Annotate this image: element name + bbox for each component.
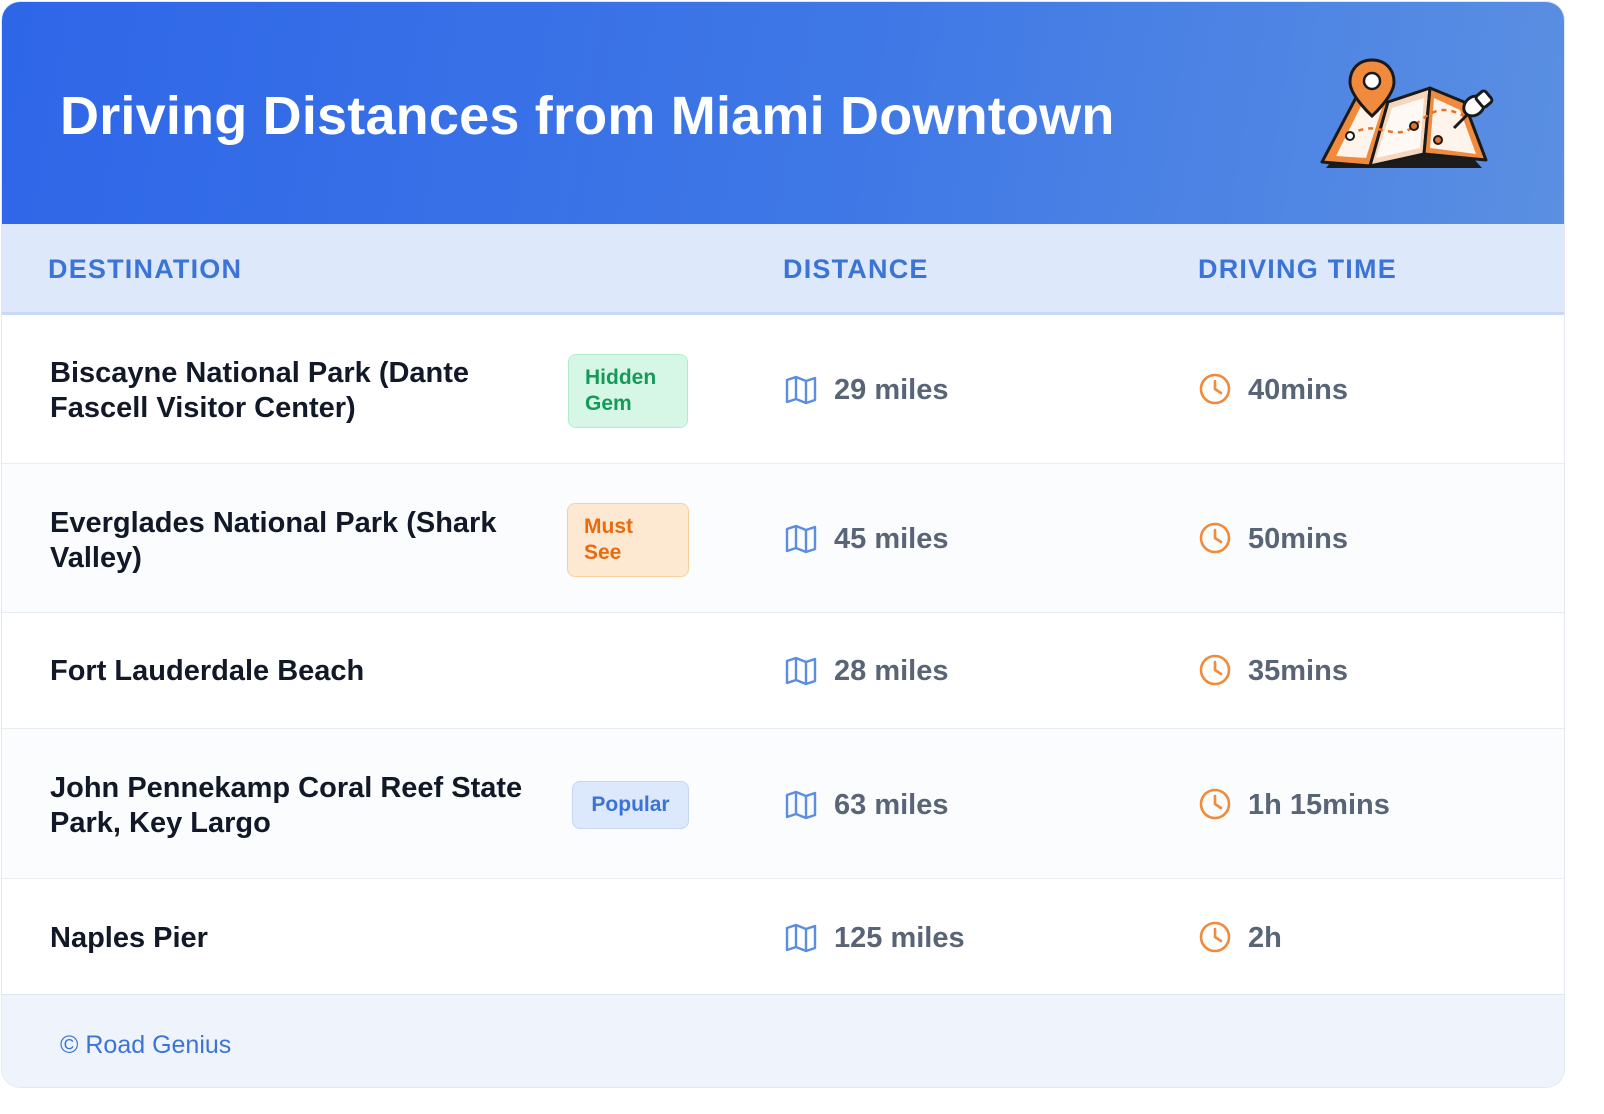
clock-icon xyxy=(1199,654,1231,686)
map-icon xyxy=(785,656,817,686)
badge-hidden-gem: Hidden Gem xyxy=(568,354,688,428)
clock-icon xyxy=(1199,921,1231,953)
column-header-distance[interactable]: DISTANCE xyxy=(783,254,929,285)
table-header: DESTINATION DISTANCE DRIVING TIME xyxy=(2,224,1564,315)
table-row: John Pennekamp Coral Reef State Park, Ke… xyxy=(2,729,1564,879)
map-pin-icon xyxy=(1320,58,1494,168)
badge-popular: Popular xyxy=(572,781,689,829)
footer: © Road Genius xyxy=(2,994,1564,1087)
table-row: Naples Pier 125 miles 2h xyxy=(2,879,1564,992)
map-icon xyxy=(785,524,817,554)
destination-name: Everglades National Park (Shark Valley) xyxy=(50,507,497,574)
driving-time-value: 2h xyxy=(1248,922,1282,954)
destination-name: John Pennekamp Coral Reef State Park, Ke… xyxy=(50,772,523,839)
header: Driving Distances from Miami Downtown xyxy=(2,2,1564,224)
distance-card: Driving Distances from Miami Downtown DE… xyxy=(2,2,1564,1087)
footer-credit[interactable]: © Road Genius xyxy=(60,1031,231,1060)
clock-icon xyxy=(1199,788,1231,820)
distance-value: 45 miles xyxy=(834,523,949,555)
driving-time-value: 40mins xyxy=(1248,374,1348,406)
driving-time-value: 1h 15mins xyxy=(1248,789,1390,821)
clock-icon xyxy=(1199,522,1231,554)
distance-value: 28 miles xyxy=(834,655,949,687)
distance-value: 63 miles xyxy=(834,789,949,821)
column-header-driving-time[interactable]: DRIVING TIME xyxy=(1198,254,1397,285)
driving-time-value: 50mins xyxy=(1248,523,1348,555)
table-row: Biscayne National Park (Dante Fascell Vi… xyxy=(2,315,1564,464)
map-icon xyxy=(785,790,817,820)
distance-value: 29 miles xyxy=(834,374,949,406)
column-header-destination[interactable]: DESTINATION xyxy=(48,254,242,285)
destination-name: Biscayne National Park (Dante Fascell Vi… xyxy=(50,357,470,424)
map-icon xyxy=(785,923,817,953)
page-title: Driving Distances from Miami Downtown xyxy=(60,86,1115,146)
destination-name: Fort Lauderdale Beach xyxy=(50,655,365,687)
driving-time-value: 35mins xyxy=(1248,655,1348,687)
table-row: Everglades National Park (Shark Valley) … xyxy=(2,464,1564,613)
destination-name: Naples Pier xyxy=(50,922,208,954)
badge-must-see: Must See xyxy=(567,503,689,577)
table-row: Fort Lauderdale Beach 28 miles 35mins xyxy=(2,613,1564,729)
clock-icon xyxy=(1199,373,1231,405)
distance-value: 125 miles xyxy=(834,922,965,954)
map-icon xyxy=(785,375,817,405)
